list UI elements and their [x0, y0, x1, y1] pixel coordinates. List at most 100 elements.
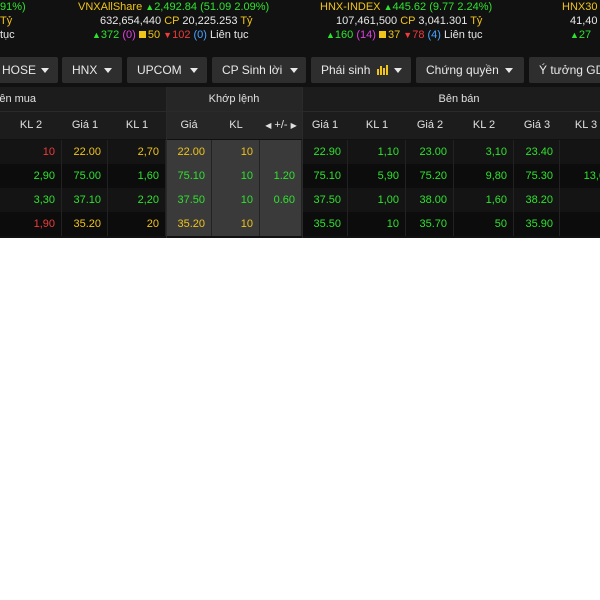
cell-sell-gia1[interactable]: 75.10	[302, 164, 348, 188]
cell-match-change[interactable]: 1.20	[260, 164, 302, 188]
cell-sell-gia3[interactable]: 75.30	[514, 164, 560, 188]
arrow-up-icon: ▲	[326, 30, 335, 40]
tab-upcom[interactable]: UPCOM	[127, 57, 207, 83]
col-sell-gia3[interactable]: Giá 3	[514, 112, 560, 139]
cell-buy-gia1[interactable]: 37.10	[62, 188, 108, 212]
vnxall-status: Liên tục	[210, 29, 249, 41]
hnx-ref-count: 37	[387, 29, 401, 41]
cell-match-gia[interactable]: 75.10	[166, 164, 212, 188]
tab-chung-quyen[interactable]: Chứng quyền	[416, 57, 524, 83]
cell-buy-kl1[interactable]: 1,60	[108, 164, 166, 188]
col-buy-kl1[interactable]: KL 1	[108, 112, 166, 139]
cell-buy-kl2[interactable]: 3,30	[0, 188, 62, 212]
col-match-gia[interactable]: Giá	[166, 112, 212, 139]
cell-match-kl[interactable]: 10	[212, 140, 260, 164]
cell-sell-kl2[interactable]: 1,60	[454, 188, 514, 212]
tab-cp-sinh-loi[interactable]: CP Sinh lời	[212, 57, 306, 83]
vnxall-down-count: 102	[172, 29, 191, 41]
cell-match-change[interactable]	[260, 212, 302, 236]
cell-sell-gia2[interactable]: 75.20	[406, 164, 454, 188]
cell-match-kl[interactable]: 10	[212, 188, 260, 212]
cell-sell-gia1[interactable]: 22.90	[302, 140, 348, 164]
cell-match-kl[interactable]: 10	[212, 212, 260, 236]
cell-sell-kl1[interactable]: 5,90	[348, 164, 406, 188]
col-match-change[interactable]: ◀ +/- ▶	[260, 112, 302, 139]
cell-sell-kl1[interactable]: 10	[348, 212, 406, 236]
hnx-value: 445.62	[392, 1, 427, 13]
vnxall-line1[interactable]: VNXAllShare ▲2,492.84 (51.09 2.09%)	[78, 0, 269, 14]
tab-label: HNX	[72, 63, 98, 77]
group-buy: Bên mua	[0, 93, 37, 105]
cell-match-change[interactable]: 0.60	[260, 188, 302, 212]
vnxall-line3: ▲372 (0) 50 ▼102 (0) Liên tục	[92, 28, 249, 42]
table-row[interactable]: 1,90 35.20 20 35.20 10 35.50 10 35.70 50 35.90	[0, 212, 600, 236]
cell-sell-gia3[interactable]: 35.90	[514, 212, 560, 236]
hnx30-name[interactable]: HNX30	[562, 0, 597, 14]
cell-match-gia[interactable]: 22.00	[166, 140, 212, 164]
col-sell-kl2[interactable]: KL 2	[454, 112, 514, 139]
hnx-cp-label: CP	[400, 15, 416, 27]
col-sell-gia2[interactable]: Giá 2	[406, 112, 454, 139]
table-row[interactable]: 2,90 75.00 1,60 75.10 10 1.20 75.10 5,90 75.20 9,…	[0, 164, 600, 188]
cell-sell-gia2[interactable]: 35.70	[406, 212, 454, 236]
cell-sell-kl2[interactable]: 3,10	[454, 140, 514, 164]
hnx-line1[interactable]: HNX-INDEX ▲445.62 (9.77 2.24%)	[320, 0, 492, 14]
col-sell-gia1[interactable]: Giá 1	[302, 112, 348, 139]
chevron-down-icon	[290, 68, 298, 73]
cell-sell-gia1[interactable]: 35.50	[302, 212, 348, 236]
col-sell-kl1[interactable]: KL 1	[348, 112, 406, 139]
cell-match-gia[interactable]: 35.20	[166, 212, 212, 236]
cell-match-kl[interactable]: 10	[212, 164, 260, 188]
cell-sell-gia3[interactable]: 23.40	[514, 140, 560, 164]
divider	[166, 87, 167, 238]
cell-buy-kl2[interactable]: 1,90	[0, 212, 62, 236]
cell-sell-kl2[interactable]: 9,80	[454, 164, 514, 188]
vnxall-amount: 20,225.253	[182, 15, 238, 27]
chevron-down-icon	[190, 68, 198, 73]
cell-sell-kl3[interactable]	[560, 212, 600, 236]
cell-buy-gia1[interactable]: 35.20	[62, 212, 108, 236]
chevron-down-icon	[505, 68, 513, 73]
cell-sell-kl3[interactable]	[560, 140, 600, 164]
cell-buy-gia1[interactable]: 75.00	[62, 164, 108, 188]
tab-label: HOSE	[2, 63, 37, 77]
table-row[interactable]: 10 22.00 2,70 22.00 10 22.90 1,10 23.00 3,10 23.4…	[0, 140, 600, 164]
cell-sell-gia3[interactable]: 38.20	[514, 188, 560, 212]
left-index-status: tục	[0, 29, 15, 41]
cell-sell-kl3[interactable]: 13,6	[560, 164, 600, 188]
hnx-up-count: 160	[334, 29, 354, 41]
cell-buy-kl2[interactable]: 10	[0, 140, 62, 164]
cell-sell-kl3[interactable]	[560, 188, 600, 212]
cell-match-change[interactable]	[260, 140, 302, 164]
column-header-row: KL 2 Giá 1 KL 1 Giá KL ◀ +/- ▶ Giá 1 KL …	[0, 112, 600, 139]
col-buy-kl2[interactable]: KL 2	[0, 112, 62, 139]
col-match-kl[interactable]: KL	[212, 112, 260, 139]
tab-y-tuong-gd[interactable]: Ý tưởng GD	[529, 57, 600, 83]
left-index-change: 91%)	[0, 1, 26, 13]
cell-sell-kl1[interactable]: 1,00	[348, 188, 406, 212]
price-board: 91%) Tỷ tục VNXAllShare ▲2,492.84 (51.09…	[0, 0, 600, 238]
tab-phai-sinh[interactable]: Phái sinh	[311, 57, 411, 83]
caret-right-icon[interactable]: ▶	[291, 121, 297, 130]
cell-buy-kl2[interactable]: 2,90	[0, 164, 62, 188]
tab-label: UPCOM	[137, 63, 182, 77]
tab-label: Chứng quyền	[426, 63, 499, 77]
hnx-status: Liên tục	[444, 29, 483, 41]
cell-buy-kl1[interactable]: 2,20	[108, 188, 166, 212]
col-buy-gia1[interactable]: Giá 1	[62, 112, 108, 139]
col-sell-kl3[interactable]: KL 3	[560, 112, 600, 139]
caret-left-icon[interactable]: ◀	[265, 121, 271, 130]
cell-sell-gia1[interactable]: 37.50	[302, 188, 348, 212]
tab-hose[interactable]: HOSE	[0, 57, 58, 83]
cell-sell-gia2[interactable]: 38.00	[406, 188, 454, 212]
cell-sell-gia2[interactable]: 23.00	[406, 140, 454, 164]
tab-hnx[interactable]: HNX	[62, 57, 122, 83]
cell-buy-gia1[interactable]: 22.00	[62, 140, 108, 164]
cell-match-gia[interactable]: 37.50	[166, 188, 212, 212]
table-row[interactable]: 3,30 37.10 2,20 37.50 10 0.60 37.50 1,00 38.00 1,…	[0, 188, 600, 212]
cell-sell-kl2[interactable]: 50	[454, 212, 514, 236]
cell-sell-kl1[interactable]: 1,10	[348, 140, 406, 164]
cell-buy-kl1[interactable]: 2,70	[108, 140, 166, 164]
cell-buy-kl1[interactable]: 20	[108, 212, 166, 236]
arrow-down-icon: ▼	[403, 30, 413, 40]
